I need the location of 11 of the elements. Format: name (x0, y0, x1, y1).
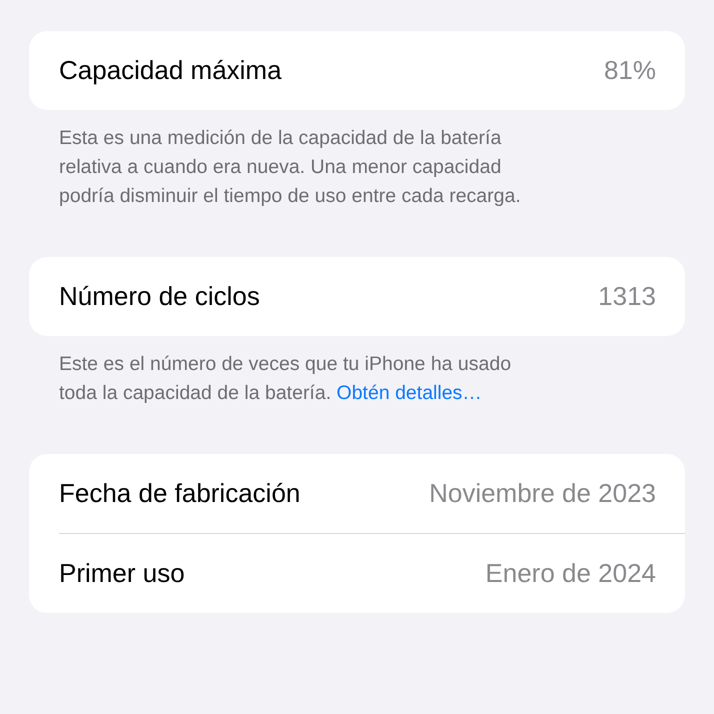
section-footnote: Este es el número de veces que tu iPhone ha usado toda la capacidad de la batería. Obtén detalles… (58, 352, 512, 406)
row-value: 81% (604, 55, 656, 86)
row-label: Capacidad máxima (59, 55, 282, 86)
row-value: Noviembre de 2023 (429, 478, 656, 509)
details-link[interactable]: Obtén detalles… (336, 382, 482, 404)
row-value: Enero de 2024 (485, 558, 656, 589)
row-value: 1313 (598, 281, 656, 312)
section-footnote: Esta es una medición de la capacidad de la batería relativa a cuando era nueva. Una menor capacidad podría disminuir el tiempo de uso entre cada recarga. (58, 126, 522, 209)
row-label: Fecha de fabricación (59, 478, 300, 509)
row-label: Primer uso (59, 558, 185, 589)
row-label: Número de ciclos (59, 281, 260, 312)
